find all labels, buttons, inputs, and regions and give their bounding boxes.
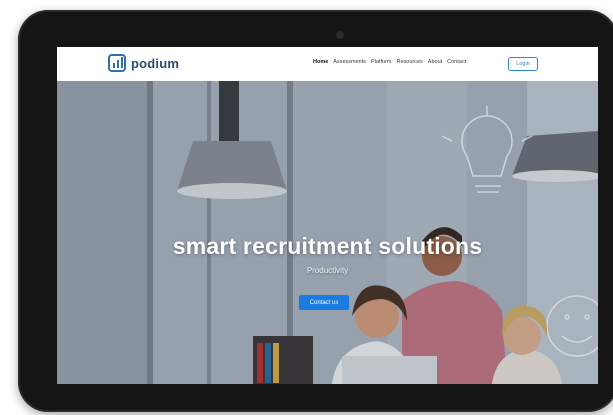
top-navbar: podium Home Assessments Platform Resourc… [57, 47, 598, 81]
nav-resources[interactable]: Resources [396, 59, 422, 65]
nav-about[interactable]: About [428, 59, 442, 65]
nav-platform[interactable]: Platform [371, 59, 391, 65]
hero-section: smart recruitment solutions Productivity… [57, 81, 598, 384]
hero-headline: smart recruitment solutions [172, 233, 483, 259]
front-camera [336, 31, 344, 39]
hero-subline: Productivity [306, 266, 349, 275]
nav-home[interactable]: Home [313, 59, 328, 65]
main-nav: Home Assessments Platform Resources Abou… [313, 59, 466, 65]
brand-name: podium [131, 55, 180, 71]
tablet-screen: podium Home Assessments Platform Resourc… [57, 47, 598, 384]
nav-contact[interactable]: Contact [447, 59, 466, 65]
contact-us-button[interactable]: Contact us [299, 295, 349, 310]
podium-logo-icon [108, 54, 126, 72]
nav-assessments[interactable]: Assessments [333, 59, 366, 65]
brand-logo[interactable]: podium [108, 54, 179, 72]
login-button[interactable]: Login [508, 57, 538, 71]
